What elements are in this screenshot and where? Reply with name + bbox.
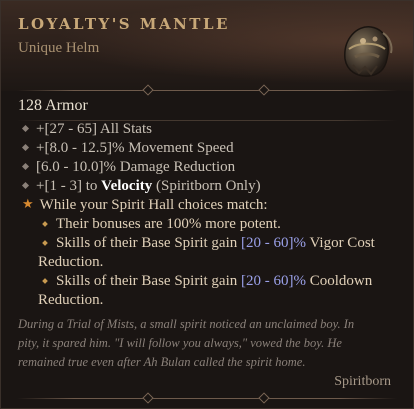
small-diamond-bullet-icon — [42, 278, 48, 284]
affix-movement-speed: +[8.0 - 12.5]% Movement Speed — [21, 140, 234, 157]
affix-all-stats: +[27 - 65] All Stats — [21, 121, 152, 138]
diamond-bullet-icon — [21, 181, 30, 190]
small-diamond-bullet-icon — [42, 240, 48, 246]
diamond-bullet-icon — [21, 162, 30, 171]
class-requirement: Spiritborn — [334, 374, 391, 389]
item-tooltip: LOYALTY'S MANTLE Unique Helm 128 Armor +… — [0, 0, 414, 409]
unique-power-line-1: Their bonuses are 100% more potent. — [42, 216, 281, 233]
small-diamond-bullet-icon — [42, 221, 48, 227]
diamond-bullet-icon — [21, 143, 30, 152]
flavor-text: During a Trial of Mists, a small spirit … — [18, 315, 398, 372]
armor-value: 128 Armor — [18, 97, 88, 114]
affix-velocity: +[1 - 3] to Velocity (Spiritborn Only) — [21, 178, 261, 195]
unique-power-line-3: Skills of their Base Spirit gain [20 - 6… — [42, 273, 372, 290]
unique-power-line-2: Skills of their Base Spirit gain [20 - 6… — [42, 235, 375, 252]
divider-ornament — [258, 392, 270, 404]
header-divider — [17, 90, 397, 91]
footer-divider — [17, 398, 397, 399]
flavor-line-1: During a Trial of Mists, a small spirit … — [18, 317, 355, 331]
flavor-line-2: pity, it spared him. "I will follow you … — [18, 336, 342, 350]
velocity-skill: Velocity — [101, 178, 153, 194]
cooldown-range: [20 - 60]% — [241, 273, 306, 289]
unique-power-line-3-cont: Reduction. — [38, 292, 104, 308]
divider-ornament — [142, 392, 154, 404]
unique-star-icon: ★ — [22, 196, 34, 211]
unique-power-intro: ★ While your Spirit Hall choices match: — [22, 196, 268, 213]
affix-damage-reduction: [6.0 - 10.0]% Damage Reduction — [21, 159, 235, 176]
item-type: Unique Helm — [18, 40, 100, 56]
item-name: LOYALTY'S MANTLE — [18, 15, 230, 33]
vigor-range: [20 - 60]% — [241, 235, 306, 251]
flavor-line-3: remained true even after Ah Bulan called… — [18, 355, 306, 369]
unique-power-line-2-cont: Reduction. — [38, 254, 104, 270]
diamond-bullet-icon — [21, 124, 30, 133]
helm-icon — [344, 26, 393, 77]
